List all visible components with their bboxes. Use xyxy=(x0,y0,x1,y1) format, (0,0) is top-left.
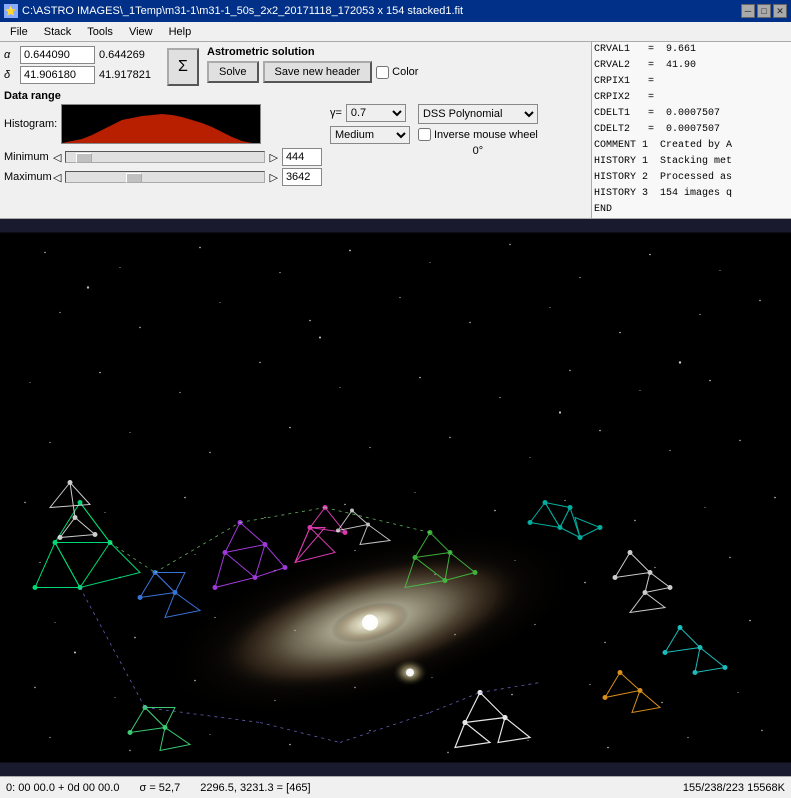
top-main: α 0.644269 δ 41.917821 Σ Astrometric sol… xyxy=(0,42,791,218)
header-panel: CRVAL1 = 9.661 CRVAL2 = 41.90 CRPIX1 = C… xyxy=(591,42,791,218)
min-arrow-left: ◁ xyxy=(53,151,61,164)
solve-button[interactable]: Solve xyxy=(207,61,259,83)
alpha-row: α 0.644269 xyxy=(4,46,159,64)
titlebar: ⭐ C:\ASTRO IMAGES\_1Temp\m31-1\m31-1_50s… xyxy=(0,0,791,22)
max-arrow-right: ▷ xyxy=(269,171,277,184)
medium-select[interactable]: Medium Low High xyxy=(330,126,410,144)
astronomy-image xyxy=(0,219,791,776)
close-button[interactable]: ✕ xyxy=(773,4,787,18)
min-thumb[interactable] xyxy=(76,153,92,163)
header-row-2: CRPIX1 = xyxy=(592,74,791,90)
left-controls: α 0.644269 δ 41.917821 Σ Astrometric sol… xyxy=(0,42,591,218)
minimize-button[interactable]: ─ xyxy=(741,4,755,18)
coords-section: α 0.644269 δ 41.917821 xyxy=(4,46,159,84)
min-label: Minimum xyxy=(4,151,49,163)
rotation-label: 0° xyxy=(418,145,538,157)
content-area xyxy=(0,219,791,776)
min-row: Minimum ◁ ▷ xyxy=(4,148,322,166)
menu-item-view[interactable]: View xyxy=(121,24,161,40)
sigma-button[interactable]: Σ xyxy=(167,48,199,86)
maximize-button[interactable]: □ xyxy=(757,4,771,18)
menu-item-stack[interactable]: Stack xyxy=(36,24,80,40)
astrometric-label: Astrometric solution xyxy=(207,46,418,58)
astrometric-section: Astrometric solution Solve Save new head… xyxy=(207,46,418,83)
delta-input[interactable] xyxy=(20,66,95,84)
max-arrow-left: ◁ xyxy=(53,171,61,184)
titlebar-controls[interactable]: ─ □ ✕ xyxy=(741,4,787,18)
image-container[interactable] xyxy=(0,219,791,776)
max-value-input[interactable] xyxy=(282,168,322,186)
position-status: 2296.5, 3231.3 = [465] xyxy=(200,782,310,794)
color-label: Color xyxy=(392,66,418,78)
histogram-svg xyxy=(62,105,261,144)
stats-status: 155/238/223 15568K xyxy=(683,782,785,794)
sigma-status: σ = 52,7 xyxy=(139,782,180,794)
max-slider[interactable] xyxy=(65,171,265,183)
dss-select[interactable]: DSS Polynomial WCS TAN xyxy=(418,104,538,124)
astro-buttons: Solve Save new header Color xyxy=(207,61,418,83)
min-max-section: Minimum ◁ ▷ Maximum ◁ xyxy=(4,148,322,186)
save-header-button[interactable]: Save new header xyxy=(263,61,373,83)
delta-label: δ xyxy=(4,69,16,81)
histogram-section: Histogram: xyxy=(4,104,322,144)
statusbar: 0: 00 00.0 + 0d 00 00.0 σ = 52,7 2296.5,… xyxy=(0,776,791,798)
max-label: Maximum xyxy=(4,171,49,183)
histogram-canvas xyxy=(61,104,261,144)
gamma-select[interactable]: 0.7 1.0 1.5 2.0 xyxy=(346,104,406,122)
header-row-10: END xyxy=(592,202,791,218)
header-row-1: CRVAL2 = 41.90 xyxy=(592,58,791,74)
header-row-6: COMMENT 1 Created by A xyxy=(592,138,791,154)
menu-item-file[interactable]: File xyxy=(2,24,36,40)
app-icon: ⭐ xyxy=(4,4,18,18)
top-section: α 0.644269 δ 41.917821 Σ Astrometric sol… xyxy=(0,42,791,219)
min-slider[interactable] xyxy=(65,151,265,163)
inverse-label: Inverse mouse wheel xyxy=(434,129,538,141)
header-row-8: HISTORY 2 Processed as xyxy=(592,170,791,186)
alpha-display: 0.644269 xyxy=(99,49,159,61)
color-checkbox[interactable] xyxy=(376,66,389,79)
header-row-7: HISTORY 1 Stacking met xyxy=(592,154,791,170)
alpha-input[interactable] xyxy=(20,46,95,64)
histogram-label: Histogram: xyxy=(4,118,57,130)
menu-item-help[interactable]: Help xyxy=(161,24,200,40)
header-row-3: CRPIX2 = xyxy=(592,90,791,106)
titlebar-left: ⭐ C:\ASTRO IMAGES\_1Temp\m31-1\m31-1_50s… xyxy=(4,4,463,18)
coords-status: 0: 00 00.0 + 0d 00 00.0 xyxy=(6,782,119,794)
data-range-label: Data range xyxy=(4,90,322,102)
alpha-label: α xyxy=(4,49,16,61)
inverse-checkbox[interactable] xyxy=(418,128,431,141)
gamma-label: γ= xyxy=(330,107,342,119)
menubar: FileStackToolsViewHelp xyxy=(0,22,791,42)
inverse-check: Inverse mouse wheel xyxy=(418,128,538,141)
min-arrow-right: ▷ xyxy=(269,151,277,164)
menu-item-tools[interactable]: Tools xyxy=(79,24,121,40)
header-row-9: HISTORY 3 154 images q xyxy=(592,186,791,202)
max-row: Maximum ◁ ▷ xyxy=(4,168,322,186)
delta-display: 41.917821 xyxy=(99,69,159,81)
header-row-0: CRVAL1 = 9.661 xyxy=(592,42,791,58)
window-title: C:\ASTRO IMAGES\_1Temp\m31-1\m31-1_50s_2… xyxy=(22,5,463,17)
max-thumb[interactable] xyxy=(126,173,142,183)
delta-row: δ 41.917821 xyxy=(4,66,159,84)
min-value-input[interactable] xyxy=(282,148,322,166)
color-check: Color xyxy=(376,66,418,79)
header-row-4: CDELT1 = 0.0007507 xyxy=(592,106,791,122)
header-row-5: CDELT2 = 0.0007507 xyxy=(592,122,791,138)
